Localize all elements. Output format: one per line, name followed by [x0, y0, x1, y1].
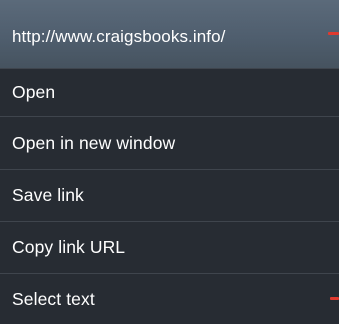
- menu-item-save-link[interactable]: Save link: [0, 170, 339, 221]
- link-url-text: http://www.craigsbooks.info/: [12, 27, 226, 46]
- menu-item-label: Open: [12, 82, 56, 102]
- menu-item-label: Open in new window: [12, 132, 176, 153]
- menu-item-open[interactable]: Open: [0, 69, 339, 116]
- menu-item-label: Select text: [12, 288, 95, 309]
- menu-item-label: Save link: [12, 185, 84, 205]
- link-context-menu: http://www.craigsbooks.info/ Open Open i…: [0, 0, 339, 324]
- annotation-marker-bottom: [330, 297, 339, 300]
- annotation-marker-top: [328, 32, 339, 35]
- menu-item-select-text[interactable]: Select text: [0, 274, 339, 324]
- menu-item-label: Copy link URL: [12, 237, 126, 257]
- menu-item-copy-link-url[interactable]: Copy link URL: [0, 222, 339, 273]
- link-url-header: http://www.craigsbooks.info/: [0, 0, 339, 68]
- menu-item-open-in-new-window[interactable]: Open in new window: [0, 117, 339, 169]
